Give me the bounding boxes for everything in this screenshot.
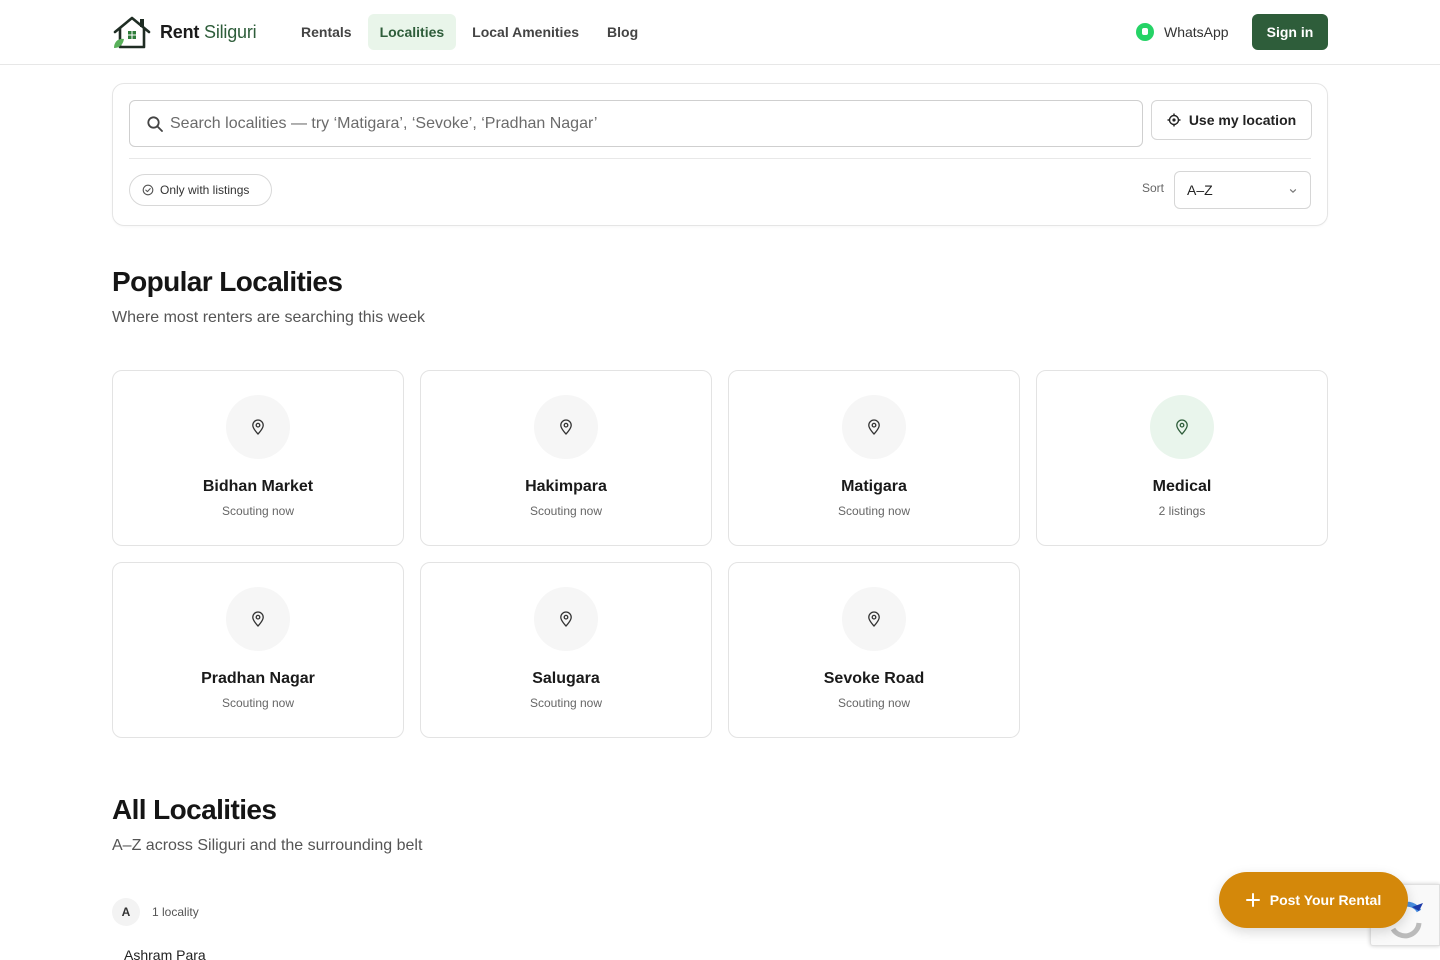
- locality-card-bidhan-market[interactable]: Bidhan Market Scouting now: [112, 370, 404, 546]
- locality-name: Sevoke Road: [823, 670, 925, 687]
- locality-card-medical[interactable]: Medical 2 listings: [1036, 370, 1328, 546]
- locality-search-input[interactable]: [170, 101, 1130, 146]
- locality-name: Hakimpara: [525, 478, 607, 495]
- site-logo[interactable]: Rent Siliguri: [112, 14, 257, 50]
- only-with-listings-filter[interactable]: Only with listings: [129, 174, 272, 206]
- nav-item-blog[interactable]: Blog: [595, 14, 650, 50]
- locality-status: Scouting now: [837, 696, 911, 710]
- nav-item-localities[interactable]: Localities: [367, 14, 457, 50]
- all-localities-heading: All Localities: [112, 794, 277, 825]
- whatsapp-link[interactable]: WhatsApp: [1136, 14, 1229, 50]
- post-your-rental-button[interactable]: Post Your Rental: [1219, 872, 1408, 928]
- letter-group-count: 1 locality: [152, 905, 199, 919]
- whatsapp-label: WhatsApp: [1164, 24, 1229, 40]
- locality-status: Scouting now: [529, 504, 603, 518]
- sort-value: A–Z: [1187, 182, 1213, 198]
- map-pin-icon: [842, 395, 906, 459]
- main-nav: Rentals Localities Local Amenities Blog: [289, 14, 650, 50]
- locality-name: Pradhan Nagar: [201, 670, 315, 687]
- chevron-down-icon: [1289, 189, 1297, 193]
- locality-list-item[interactable]: Ashram Para: [124, 947, 206, 960]
- popular-localities-subtitle: Where most renters are searching this we…: [112, 309, 426, 326]
- locality-name: Bidhan Market: [202, 478, 314, 495]
- nav-item-rentals[interactable]: Rentals: [289, 14, 364, 50]
- site-header: Rent Siliguri Rentals Localities Local A…: [0, 0, 1440, 65]
- map-pin-icon: [226, 395, 290, 459]
- crosshair-icon: [1167, 113, 1181, 127]
- sort-label: Sort: [1142, 181, 1165, 195]
- use-my-location-button[interactable]: Use my location: [1151, 100, 1312, 140]
- locality-card-hakimpara[interactable]: Hakimpara Scouting now: [420, 370, 712, 546]
- map-pin-icon: [226, 587, 290, 651]
- locality-card-sevoke-road[interactable]: Sevoke Road Scouting now: [728, 562, 1020, 738]
- panel-divider: [129, 158, 1311, 159]
- check-circle-icon: [142, 184, 154, 196]
- plus-icon: [1245, 893, 1260, 907]
- locality-status: 2 listings: [1158, 504, 1206, 518]
- brand-name: Rent Siliguri: [160, 21, 257, 42]
- filter-chip-label: Only with listings: [160, 183, 250, 197]
- post-your-rental-label: Post Your Rental: [1269, 892, 1382, 908]
- map-pin-icon: [842, 587, 906, 651]
- house-logo-icon: [113, 16, 151, 49]
- search-box: [129, 100, 1143, 147]
- whatsapp-icon: [1136, 23, 1154, 41]
- locality-card-matigara[interactable]: Matigara Scouting now: [728, 370, 1020, 546]
- locality-name: Salugara: [532, 670, 600, 687]
- locality-name: Matigara: [841, 478, 907, 495]
- locality-status: Scouting now: [529, 696, 603, 710]
- map-pin-icon: [534, 395, 598, 459]
- letter-group-badge: A: [112, 898, 140, 926]
- search-panel: Use my location Only with listings Sort …: [112, 83, 1328, 226]
- map-pin-icon: [1150, 395, 1214, 459]
- search-icon: [147, 116, 163, 132]
- use-my-location-label: Use my location: [1188, 112, 1297, 128]
- map-pin-icon: [534, 587, 598, 651]
- locality-status: Scouting now: [837, 504, 911, 518]
- locality-card-pradhan-nagar[interactable]: Pradhan Nagar Scouting now: [112, 562, 404, 738]
- all-localities-subtitle: A–Z across Siliguri and the surrounding …: [112, 837, 423, 854]
- locality-status: Scouting now: [221, 696, 295, 710]
- locality-status: Scouting now: [221, 504, 295, 518]
- sort-select[interactable]: A–Z: [1174, 171, 1311, 209]
- nav-item-local-amenities[interactable]: Local Amenities: [460, 14, 591, 50]
- popular-localities-heading: Popular Localities: [112, 266, 343, 297]
- sign-in-button[interactable]: Sign in: [1252, 14, 1328, 50]
- locality-card-salugara[interactable]: Salugara Scouting now: [420, 562, 712, 738]
- locality-name: Medical: [1152, 478, 1212, 495]
